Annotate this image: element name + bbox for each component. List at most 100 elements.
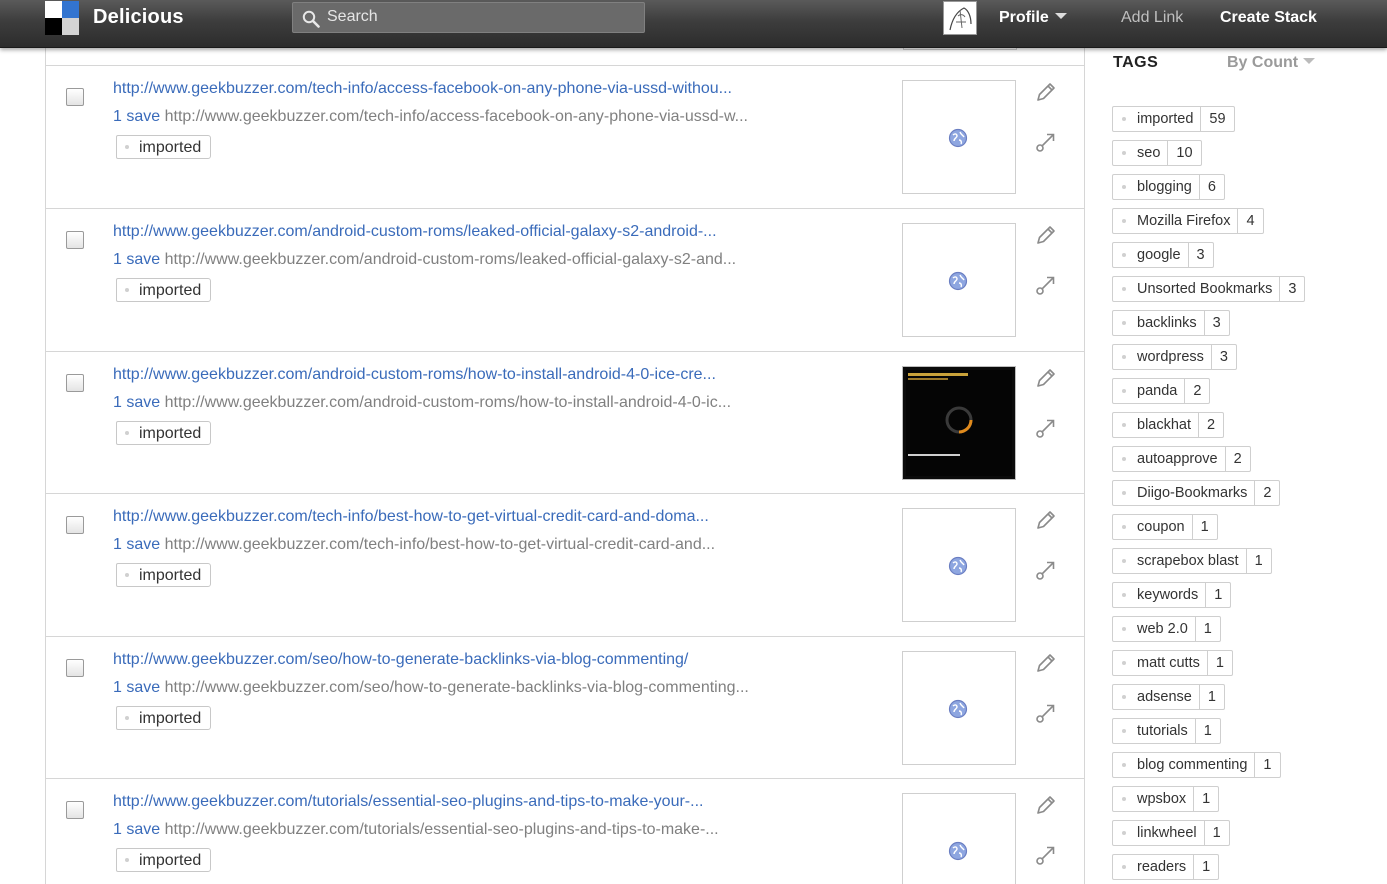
bookmark-title-link[interactable]: http://www.geekbuzzer.com/tech-info/best… xyxy=(113,508,709,526)
search-input[interactable] xyxy=(327,6,627,28)
pencil-icon[interactable] xyxy=(1034,508,1058,532)
sidebar-tag[interactable]: panda 2 xyxy=(1112,378,1211,404)
sidebar-tag[interactable]: autoapprove 2 xyxy=(1112,446,1251,472)
pencil-icon[interactable] xyxy=(1034,366,1058,390)
sidebar-tag[interactable]: web 2.0 1 xyxy=(1112,616,1221,642)
sidebar-tag[interactable]: keywords 1 xyxy=(1112,582,1232,608)
delicious-logo-icon[interactable] xyxy=(45,1,79,35)
select-checkbox[interactable] xyxy=(66,374,84,392)
sidebar-tag[interactable]: Mozilla Firefox 4 xyxy=(1112,208,1264,234)
add-link-button[interactable]: Add Link xyxy=(1121,9,1183,27)
pencil-icon[interactable] xyxy=(1034,651,1058,675)
bookmark-thumbnail[interactable] xyxy=(902,793,1016,884)
globe-icon xyxy=(948,841,968,861)
share-icon[interactable] xyxy=(1034,558,1058,582)
sort-label: By Count xyxy=(1227,54,1299,71)
sidebar-tag[interactable]: matt cutts 1 xyxy=(1112,650,1233,676)
profile-menu[interactable]: Profile xyxy=(999,9,1067,27)
sidebar-tag[interactable]: backlinks 3 xyxy=(1112,310,1230,336)
sidebar-tag[interactable]: tutorials 1 xyxy=(1112,718,1221,744)
tag-name: Mozilla Firefox xyxy=(1113,209,1237,233)
globe-icon xyxy=(948,271,968,291)
sidebar-tag[interactable]: blackhat 2 xyxy=(1112,412,1225,438)
share-icon[interactable] xyxy=(1034,273,1058,297)
bookmark-tag[interactable]: imported xyxy=(116,706,212,730)
sidebar-tag[interactable]: readers 1 xyxy=(1112,854,1220,880)
share-icon[interactable] xyxy=(1034,130,1058,154)
save-count-link[interactable]: 1 save xyxy=(113,108,160,125)
sidebar-tag[interactable]: coupon 1 xyxy=(1112,514,1218,540)
sidebar-tag[interactable]: blog commenting 1 xyxy=(1112,752,1281,778)
pencil-icon[interactable] xyxy=(1034,793,1058,817)
sidebar-tag[interactable]: imported 59 xyxy=(1112,106,1235,132)
bookmark-row: http://www.geekbuzzer.com/android-custom… xyxy=(46,208,1084,352)
bookmark-thumbnail[interactable] xyxy=(902,508,1016,622)
search-box[interactable] xyxy=(292,2,645,33)
save-count-link[interactable]: 1 save xyxy=(113,679,160,696)
bookmark-tag[interactable]: imported xyxy=(116,278,212,302)
save-count-link[interactable]: 1 save xyxy=(113,251,160,268)
pencil-icon[interactable] xyxy=(1034,80,1058,104)
bookmark-tag[interactable]: imported xyxy=(116,848,212,872)
bookmark-title-link[interactable]: http://www.geekbuzzer.com/tech-info/acce… xyxy=(113,80,732,98)
select-checkbox[interactable] xyxy=(66,231,84,249)
select-checkbox[interactable] xyxy=(66,516,84,534)
select-checkbox[interactable] xyxy=(66,88,84,106)
tag-name: blogging xyxy=(1113,175,1199,199)
share-icon[interactable] xyxy=(1034,701,1058,725)
bookmark-url: http://www.geekbuzzer.com/tech-info/acce… xyxy=(164,108,748,125)
bookmark-title-link[interactable]: http://www.geekbuzzer.com/seo/how-to-gen… xyxy=(113,651,688,669)
sidebar-tag[interactable]: wpsbox 1 xyxy=(1112,786,1220,812)
sidebar-tag[interactable]: google 3 xyxy=(1112,242,1214,268)
sort-dropdown[interactable]: By Count xyxy=(1227,54,1316,72)
sidebar-tag[interactable]: scrapebox blast 1 xyxy=(1112,548,1272,574)
bookmark-thumbnail[interactable] xyxy=(902,366,1016,480)
tag-count: 1 xyxy=(1194,617,1220,641)
save-line: 1 save http://www.geekbuzzer.com/tech-in… xyxy=(113,108,748,126)
tag-count: 3 xyxy=(1203,311,1229,335)
bookmark-thumbnail[interactable] xyxy=(902,223,1016,337)
screenshot-thumbnail xyxy=(906,370,1012,476)
save-count-link[interactable]: 1 save xyxy=(113,394,160,411)
sidebar-tag[interactable]: seo 10 xyxy=(1112,140,1202,166)
select-checkbox[interactable] xyxy=(66,801,84,819)
bookmark-url: http://www.geekbuzzer.com/seo/how-to-gen… xyxy=(164,679,749,696)
bookmark-list: http://www.geekbuzzer.com/tech-info/acce… xyxy=(45,47,1085,884)
bookmark-row: http://www.geekbuzzer.com/tech-info/best… xyxy=(46,493,1084,637)
tag-count: 1 xyxy=(1206,651,1232,675)
save-count-link[interactable]: 1 save xyxy=(113,821,160,838)
sidebar-tag[interactable]: blogging 6 xyxy=(1112,174,1225,200)
select-checkbox[interactable] xyxy=(66,659,84,677)
sidebar-tag[interactable]: wordpress 3 xyxy=(1112,344,1237,370)
sidebar-tag[interactable]: Unsorted Bookmarks 3 xyxy=(1112,276,1306,302)
bookmark-tag[interactable]: imported xyxy=(116,421,212,445)
sidebar-tag[interactable]: Diigo-Bookmarks 2 xyxy=(1112,480,1281,506)
tag-count: 2 xyxy=(1184,379,1209,403)
tag-name: autoapprove xyxy=(1113,447,1225,471)
tag-count: 1 xyxy=(1194,719,1220,743)
bookmark-title-link[interactable]: http://www.geekbuzzer.com/android-custom… xyxy=(113,366,716,384)
bookmark-title-link[interactable]: http://www.geekbuzzer.com/tutorials/esse… xyxy=(113,793,703,811)
save-count-link[interactable]: 1 save xyxy=(113,536,160,553)
share-icon[interactable] xyxy=(1034,416,1058,440)
bookmark-thumbnail[interactable] xyxy=(902,651,1016,765)
brand-name[interactable]: Delicious xyxy=(93,6,184,29)
avatar[interactable] xyxy=(943,1,977,35)
tag-count: 10 xyxy=(1167,141,1200,165)
create-stack-button[interactable]: Create Stack xyxy=(1220,9,1317,27)
tag-count: 3 xyxy=(1210,345,1236,369)
share-icon[interactable] xyxy=(1034,843,1058,867)
bookmark-url: http://www.geekbuzzer.com/android-custom… xyxy=(164,251,737,268)
profile-label: Profile xyxy=(999,9,1049,26)
bookmark-thumbnail[interactable] xyxy=(902,80,1016,194)
tag-count: 2 xyxy=(1224,447,1250,471)
sidebar-tag[interactable]: linkwheel 1 xyxy=(1112,820,1230,846)
bookmark-title-link[interactable]: http://www.geekbuzzer.com/android-custom… xyxy=(113,223,717,241)
save-line: 1 save http://www.geekbuzzer.com/tutoria… xyxy=(113,821,719,839)
sidebar-tag[interactable]: adsense 1 xyxy=(1112,684,1225,710)
bookmark-tag[interactable]: imported xyxy=(116,135,212,159)
bookmark-row: http://www.geekbuzzer.com/tech-info/acce… xyxy=(46,65,1084,209)
pencil-icon[interactable] xyxy=(1034,223,1058,247)
bookmark-tag[interactable]: imported xyxy=(116,563,212,587)
bookmark-row: http://www.geekbuzzer.com/tutorials/esse… xyxy=(46,778,1084,884)
